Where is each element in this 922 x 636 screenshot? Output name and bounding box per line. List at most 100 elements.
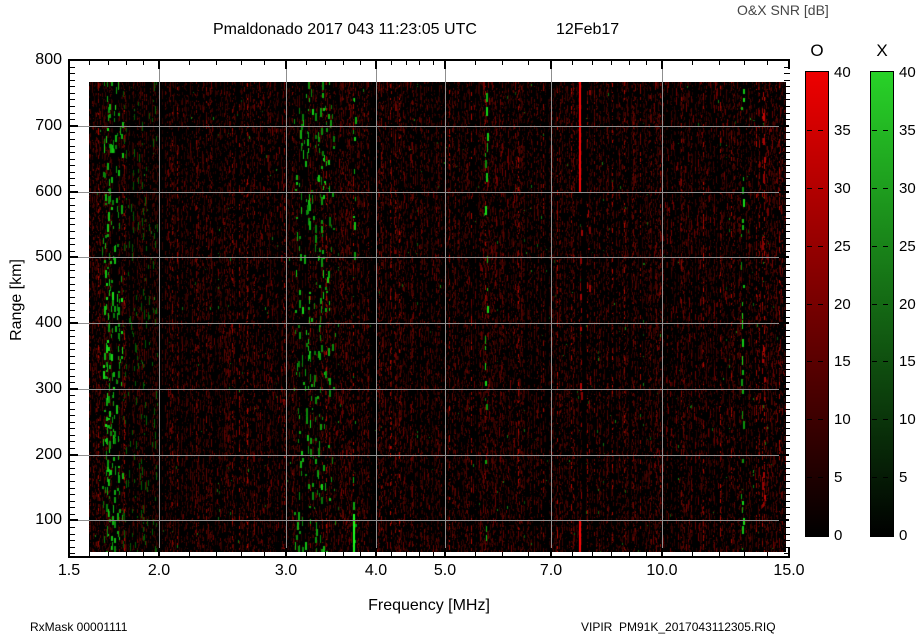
y-minor-tick xyxy=(70,211,75,212)
colorbar-x-header: X xyxy=(870,42,894,60)
y-minor-tick xyxy=(70,152,75,153)
x-minor-tick-top xyxy=(143,61,144,65)
y-minor-tick-right xyxy=(784,165,790,166)
y-minor-tick-right xyxy=(784,540,790,541)
y-minor-tick-right xyxy=(784,159,790,160)
y-minor-tick-right xyxy=(784,468,790,469)
colorbar-tick xyxy=(872,361,877,362)
x-major-tick-top xyxy=(444,61,446,69)
y-minor-tick xyxy=(70,264,75,265)
y-minor-tick xyxy=(70,113,75,114)
colorbar-o-header: O xyxy=(805,42,829,60)
colorbar-tick xyxy=(883,188,888,189)
colorbar-tick-label: 15 xyxy=(899,353,922,370)
x-tick-label: 3.0 xyxy=(261,562,311,580)
colorbar-tick xyxy=(818,188,823,189)
x-minor-tick-top xyxy=(360,61,361,65)
y-minor-tick xyxy=(70,356,75,357)
y-gridline xyxy=(69,389,789,390)
y-minor-tick xyxy=(70,514,75,515)
y-minor-tick-right xyxy=(784,277,790,278)
y-tick-label: 200 xyxy=(18,446,62,464)
y-minor-tick-right xyxy=(784,534,790,535)
y-minor-tick-right xyxy=(784,211,790,212)
x-minor-tick-top xyxy=(502,61,503,65)
x-minor-tick-top xyxy=(264,61,265,65)
y-minor-tick-right xyxy=(784,290,790,291)
y-minor-tick xyxy=(70,290,75,291)
colorbar-tick-label: 30 xyxy=(899,180,922,197)
x-minor-tick-top xyxy=(126,61,127,65)
y-minor-tick-right xyxy=(784,303,790,304)
y-minor-tick-right xyxy=(784,251,790,252)
y-minor-tick-right xyxy=(784,441,790,442)
y-major-tick-right xyxy=(779,322,789,324)
y-minor-tick-right xyxy=(784,93,790,94)
y-minor-tick-right xyxy=(784,152,790,153)
x-minor-tick-top xyxy=(646,61,647,65)
y-minor-tick-right xyxy=(784,231,790,232)
y-tick-label: 300 xyxy=(18,380,62,398)
y-minor-tick-right xyxy=(784,238,790,239)
x-tick-label: 5.0 xyxy=(420,562,470,580)
y-major-tick-right xyxy=(779,256,789,258)
colorbar-tick xyxy=(872,130,877,131)
y-minor-tick xyxy=(70,218,75,219)
y-major-tick xyxy=(70,125,78,127)
y-minor-tick-right xyxy=(784,415,790,416)
y-tick-label: 400 xyxy=(18,314,62,332)
colorbar-tick xyxy=(872,304,877,305)
colorbar-tick xyxy=(872,188,877,189)
colorbar-tick xyxy=(818,304,823,305)
y-gridline xyxy=(69,323,789,324)
y-minor-tick-right xyxy=(784,264,790,265)
y-minor-tick-right xyxy=(784,224,790,225)
y-minor-tick-right xyxy=(784,382,790,383)
y-minor-tick-right xyxy=(784,514,790,515)
colorbar-tick xyxy=(807,188,812,189)
y-minor-tick xyxy=(70,527,75,528)
y-minor-tick xyxy=(70,441,75,442)
y-minor-tick-right xyxy=(784,297,790,298)
x-gridline xyxy=(159,60,160,557)
y-minor-tick xyxy=(70,317,75,318)
colorbar-tick xyxy=(818,246,823,247)
y-minor-tick-right xyxy=(784,185,790,186)
y-minor-tick xyxy=(70,435,75,436)
x-minor-tick-top xyxy=(89,61,90,65)
plot-border-top xyxy=(68,59,790,61)
y-major-tick xyxy=(70,322,78,324)
y-minor-tick-right xyxy=(784,343,790,344)
x-minor-tick-top xyxy=(572,61,573,65)
colorbar-tick xyxy=(818,419,823,420)
y-minor-tick-right xyxy=(784,363,790,364)
y-minor-tick-right xyxy=(784,218,790,219)
y-major-tick-right xyxy=(779,388,789,390)
x-major-tick-top xyxy=(661,61,663,69)
y-tick-label: 700 xyxy=(18,117,62,135)
y-minor-tick-right xyxy=(784,244,790,245)
colorbar-tick xyxy=(807,246,812,247)
plot-border-left xyxy=(68,59,70,558)
colorbar-tick-label: 25 xyxy=(834,238,860,255)
colorbar-tick xyxy=(818,477,823,478)
colorbar-tick xyxy=(883,304,888,305)
colorbar-tick-label: 5 xyxy=(834,469,860,486)
y-minor-tick xyxy=(70,67,75,68)
x-major-tick xyxy=(661,548,663,556)
x-major-tick xyxy=(375,548,377,556)
y-minor-tick-right xyxy=(784,139,790,140)
y-minor-tick-right xyxy=(784,330,790,331)
colorbar-title: O&X SNR [dB] xyxy=(737,2,829,18)
y-gridline xyxy=(69,126,789,127)
colorbar-tick xyxy=(807,304,812,305)
y-major-tick-right xyxy=(779,454,789,456)
y-minor-tick xyxy=(70,474,75,475)
y-major-tick xyxy=(70,256,78,258)
y-minor-tick-right xyxy=(784,507,790,508)
x-minor-tick-top xyxy=(767,61,768,65)
x-tick-label: 1.5 xyxy=(44,562,94,580)
y-tick-label: 500 xyxy=(18,248,62,266)
x-minor-tick-top xyxy=(306,61,307,65)
y-gridline xyxy=(69,192,789,193)
